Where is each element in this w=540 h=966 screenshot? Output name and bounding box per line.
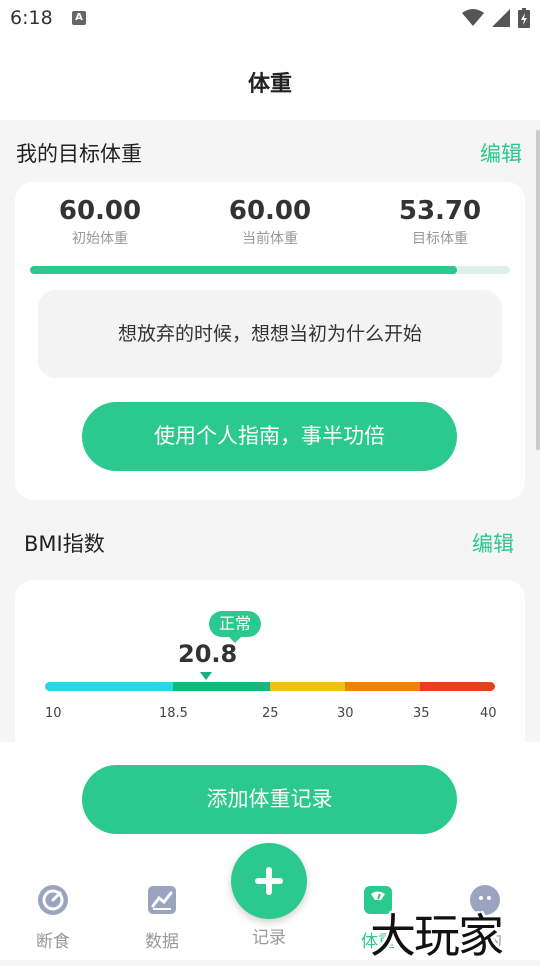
bmi-tick: 18.5 [159,706,188,721]
personal-guide-button[interactable]: 使用个人指南，事半功倍 [82,402,457,471]
bmi-edit-button[interactable]: 编辑 [472,528,514,558]
bmi-segment-underweight [45,682,173,691]
bmi-segment-severe [420,682,495,691]
target-weight-label: 目标体重 [412,231,468,247]
bmi-value: 20.8 [178,640,238,668]
bmi-tick: 40 [480,706,497,721]
current-weight-value: 60.00 [228,196,312,226]
bmi-segment-normal [173,682,270,691]
bmi-title: BMI指数 [24,532,105,556]
gauge-icon [38,885,68,915]
current-weight-label: 当前体重 [242,231,298,247]
chart-icon [148,886,176,914]
tab-fasting[interactable]: 断食 [13,884,93,952]
tab-label: 记录 [252,928,286,948]
motivation-quote: 想放弃的时候，想想当初为什么开始 [38,290,502,378]
notification-icon: A [72,11,86,25]
tab-label: 数据 [145,932,179,952]
bmi-tick: 25 [262,706,279,721]
bmi-tick: 35 [413,706,430,721]
scrollbar[interactable] [536,130,540,450]
add-weight-record-button[interactable]: 添加体重记录 [82,765,457,834]
system-icons [462,8,530,28]
bmi-tick: 10 [45,706,62,721]
page-title: 体重 [247,72,292,97]
target-weight-value: 53.70 [398,196,482,226]
signal-icon [492,9,510,27]
app-header: 体重 [0,36,540,120]
weight-progress-bar [30,266,510,274]
wifi-icon [462,9,484,26]
tab-record[interactable]: 记录 [229,884,309,948]
tab-data[interactable]: 数据 [122,884,202,952]
target-weight-title: 我的目标体重 [16,142,142,166]
tab-label: 断食 [36,932,70,952]
status-bar: 6:18 A [0,0,540,36]
bmi-tick: 30 [337,706,354,721]
initial-weight-stat: 60.00 初始体重 [30,196,170,248]
target-weight-edit-button[interactable]: 编辑 [480,138,522,168]
bmi-pointer-icon [200,672,212,680]
current-weight-stat: 60.00 当前体重 [200,196,340,248]
weight-progress-fill [30,266,458,274]
initial-weight-label: 初始体重 [72,231,128,247]
watermark: 大玩家 [370,909,504,963]
status-time: 6:18 [10,7,53,29]
bmi-scale-bar [45,682,495,691]
bmi-segment-overweight [270,682,345,691]
target-weight-stat: 53.70 目标体重 [370,196,510,248]
battery-icon [518,8,530,28]
initial-weight-value: 60.00 [58,196,142,226]
bmi-status-badge: 正常 [209,611,261,643]
bmi-segment-obese [345,682,420,691]
